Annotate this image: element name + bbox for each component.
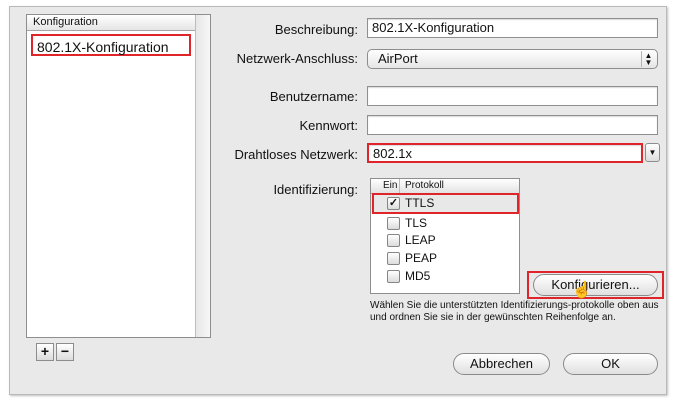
protocol-row[interactable]: MD5 [371,268,519,285]
protocol-row[interactable]: TLS [371,215,519,232]
port-popup[interactable]: AirPort ▲ ▼ [367,49,658,69]
hint-text: Wählen Sie die unterstützten Identifizie… [370,300,659,323]
checkbox-leap[interactable] [387,234,400,247]
port-value: AirPort [378,51,418,66]
auth-label: Identifizierung: [273,182,358,197]
protocol-row[interactable]: LEAP [371,232,519,249]
protocol-table-header: Ein Protokoll [371,179,519,194]
description-field[interactable]: 802.1X-Konfiguration [367,18,658,38]
username-field[interactable] [367,86,658,106]
configure-highlight [527,271,664,299]
wireless-network-field[interactable]: 802.1x [367,143,643,163]
remove-button[interactable]: − [56,343,74,361]
add-button[interactable]: + [36,343,54,361]
port-label: Netzwerk-Anschluss: [236,51,358,66]
hand-cursor-icon: ☝ [572,282,592,299]
popup-arrows-icon: ▲ ▼ [641,51,655,67]
wireless-label: Drahtloses Netzwerk: [234,147,358,162]
protocol-name: PEAP [405,251,438,265]
checkbox-tls[interactable] [387,217,400,230]
description-label: Beschreibung: [274,22,358,37]
username-label: Benutzername: [269,89,358,104]
protocol-row[interactable]: PEAP [371,250,519,267]
checkbox-peap[interactable] [387,252,400,265]
combo-arrow-icon[interactable]: ▼ [645,143,660,162]
protocol-name: TLS [405,216,428,230]
col-protocol-header: Protokoll [405,180,444,191]
ok-button[interactable]: OK [563,353,658,375]
cancel-button[interactable]: Abbrechen [453,353,550,375]
password-label: Kennwort: [299,118,358,133]
protocol-name: MD5 [405,269,431,283]
ttls-highlight [372,193,519,214]
checkbox-md5[interactable] [387,270,400,283]
col-enabled-header: Ein [383,180,398,191]
password-field[interactable] [367,115,658,135]
protocol-name: LEAP [405,233,436,247]
